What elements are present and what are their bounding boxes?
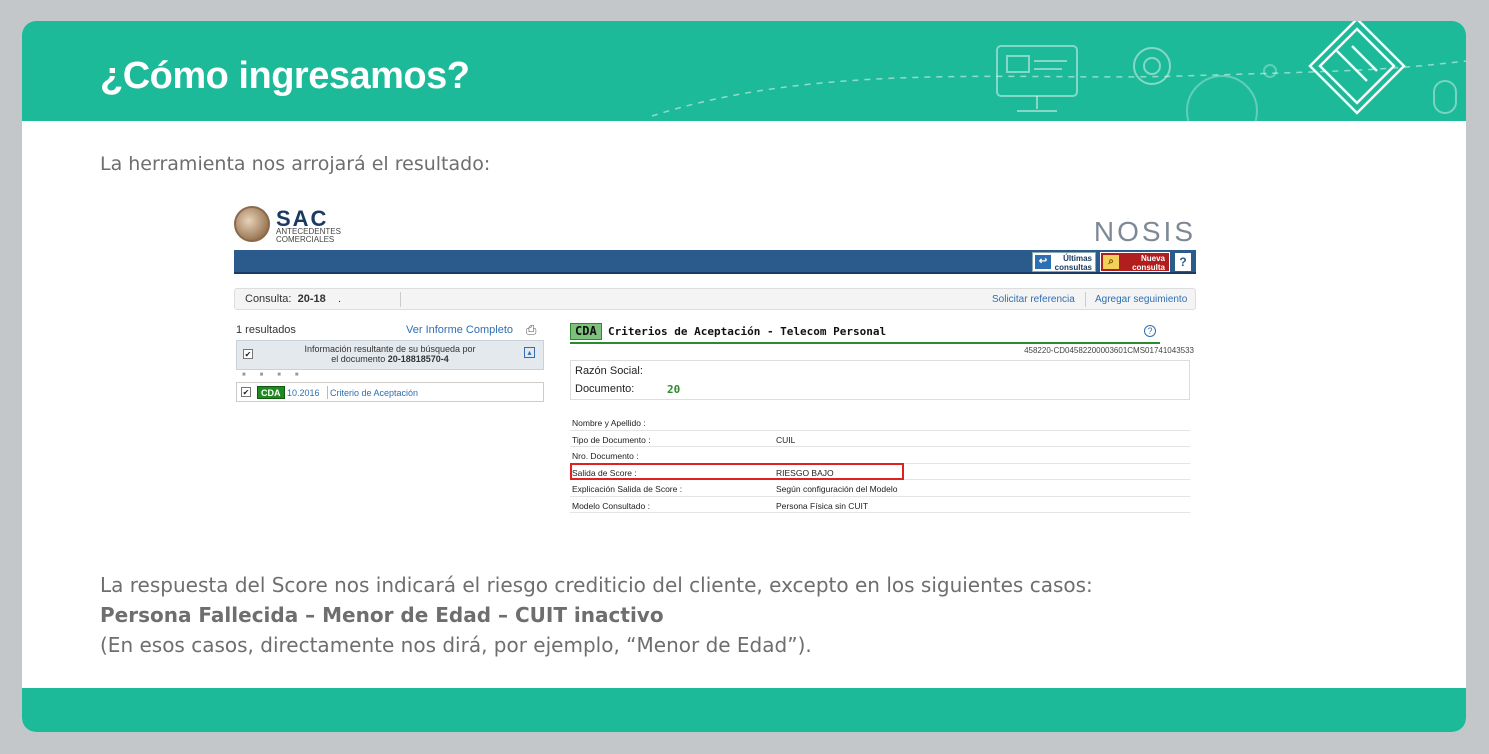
documento-row: Documento: 20 — [575, 383, 680, 396]
info-line1: Información resultante de su búsqueda po… — [304, 344, 476, 354]
search-info-box: ✔ Información resultante de su búsqueda … — [236, 340, 544, 370]
print-icon[interactable]: ⎙ — [526, 322, 542, 337]
report-code: 458220-CD04582200003601CMS01741043533 — [1024, 346, 1194, 355]
ultimas-consultas-button[interactable]: ↩ Últimas consultas — [1032, 252, 1096, 272]
detail-value: Persona Física sin CUIT — [776, 500, 869, 511]
slide-title: ¿Cómo ingresamos? — [100, 55, 470, 97]
result-date[interactable]: 10.2016 — [287, 388, 320, 398]
divider — [400, 292, 401, 307]
slide-header: ¿Cómo ingresamos? — [22, 21, 1466, 121]
column-dots: ■■■■ — [242, 372, 313, 378]
slide-footer — [22, 688, 1466, 732]
nosis-logo: NOSIS — [1093, 216, 1196, 247]
results-count: 1 resultados — [236, 324, 296, 336]
nueva-consulta-button[interactable]: ⌕ Nueva consulta — [1100, 252, 1170, 272]
divider — [327, 386, 328, 399]
consulta-bar: Consulta: 20-18 . Solicitar referencia A… — [234, 288, 1196, 310]
consulta-label: Consulta: 20-18 . — [245, 293, 341, 305]
mouse-icon — [1433, 80, 1457, 114]
search-icon: ⌕ — [1103, 255, 1119, 269]
intro-text: La herramienta nos arrojará el resultado… — [100, 153, 491, 175]
documento-label: Documento: — [575, 383, 635, 395]
detail-row: Tipo de Documento : CUIL — [570, 431, 1190, 447]
detail-row: Explicación Salida de Score : Según conf… — [570, 480, 1190, 497]
detail-key: Nombre y Apellido : — [572, 418, 646, 428]
slide-card: ¿Cómo ingresamos? La herramienta nos arr… — [22, 21, 1466, 732]
sac-logo-icon — [234, 206, 270, 242]
consulta-value: 20-18 — [297, 293, 326, 305]
bottom-text: La respuesta del Score nos indicará el r… — [100, 570, 1093, 660]
detail-key: Nro. Documento : — [572, 451, 639, 461]
bottom-line2: Persona Fallecida – Menor de Edad – CUIT… — [100, 603, 664, 627]
consulta-label-text: Consulta: — [245, 293, 292, 305]
toolbar: ↩ Últimas consultas ⌕ Nueva consulta ? — [234, 250, 1196, 274]
detail-row: Nro. Documento : — [570, 447, 1190, 464]
agregar-seguimiento-link[interactable]: Agregar seguimiento — [1095, 294, 1187, 305]
result-checkbox[interactable]: ✔ — [241, 387, 251, 397]
razon-social-label: Razón Social: — [575, 365, 643, 377]
brand-sub-line2: COMERCIALES — [276, 235, 335, 244]
puzzle-icon — [1308, 21, 1406, 115]
detail-row: Nombre y Apellido : — [570, 414, 1190, 431]
detail-key: Modelo Consultado : — [572, 500, 650, 511]
score-detail-table: Nombre y Apellido : Tipo de Documento : … — [570, 414, 1190, 513]
presentation-icon — [996, 45, 1078, 112]
solicitar-referencia-link[interactable]: Solicitar referencia — [992, 294, 1075, 305]
cda-badge: CDA — [257, 386, 285, 399]
history-icon: ↩ — [1035, 255, 1051, 269]
result-row[interactable]: ✔ CDA 10.2016 Criterio de Aceptación — [236, 382, 544, 402]
nosis-screenshot: SAC ANTECEDENTES COMERCIALES NOSIS ↩ Últ… — [232, 204, 1196, 519]
detail-row: Modelo Consultado : Persona Física sin C… — [570, 497, 1190, 513]
detail-value: CUIL — [776, 434, 796, 445]
razon-social-row: Razón Social: — [575, 365, 643, 377]
consulta-dot: . — [337, 293, 342, 305]
report-badge: CDA — [570, 323, 602, 340]
info-line2-doc: 20-18818570-4 — [387, 354, 449, 364]
info-line2: el documento 20-18818570-4 — [237, 354, 543, 364]
result-link[interactable]: Criterio de Aceptación — [330, 388, 418, 398]
documento-value: 20 — [667, 383, 681, 396]
detail-key: Salida de Score : — [572, 467, 637, 478]
header-decoration — [651, 21, 1466, 121]
gear-icon — [1133, 47, 1171, 85]
detail-value: Según configuración del Modelo — [776, 484, 898, 494]
identity-box: Razón Social: Documento: 20 — [570, 360, 1190, 400]
report-header: CDA Criterios de Aceptación - Telecom Pe… — [570, 322, 1160, 344]
detail-value: RIESGO BAJO — [776, 467, 834, 478]
collapse-icon[interactable]: ▴ — [524, 347, 535, 358]
detail-row-score: Salida de Score : RIESGO BAJO — [570, 464, 1190, 480]
help-circle-icon[interactable]: ? — [1144, 325, 1156, 337]
bottom-line1: La respuesta del Score nos indicará el r… — [100, 573, 1093, 597]
report-title: Criterios de Aceptación - Telecom Person… — [608, 325, 887, 338]
bottom-line3: (En esos casos, directamente nos dirá, p… — [100, 633, 812, 657]
help-button[interactable]: ? — [1174, 252, 1192, 272]
divider — [1085, 292, 1086, 307]
info-line2-prefix: el documento — [331, 354, 386, 364]
detail-key: Explicación Salida de Score : — [572, 484, 683, 494]
detail-key: Tipo de Documento : — [572, 434, 651, 445]
brand-subtitle: ANTECEDENTES COMERCIALES — [276, 228, 341, 244]
ver-informe-link[interactable]: Ver Informe Completo — [406, 324, 513, 336]
select-all-checkbox[interactable]: ✔ — [243, 349, 253, 359]
